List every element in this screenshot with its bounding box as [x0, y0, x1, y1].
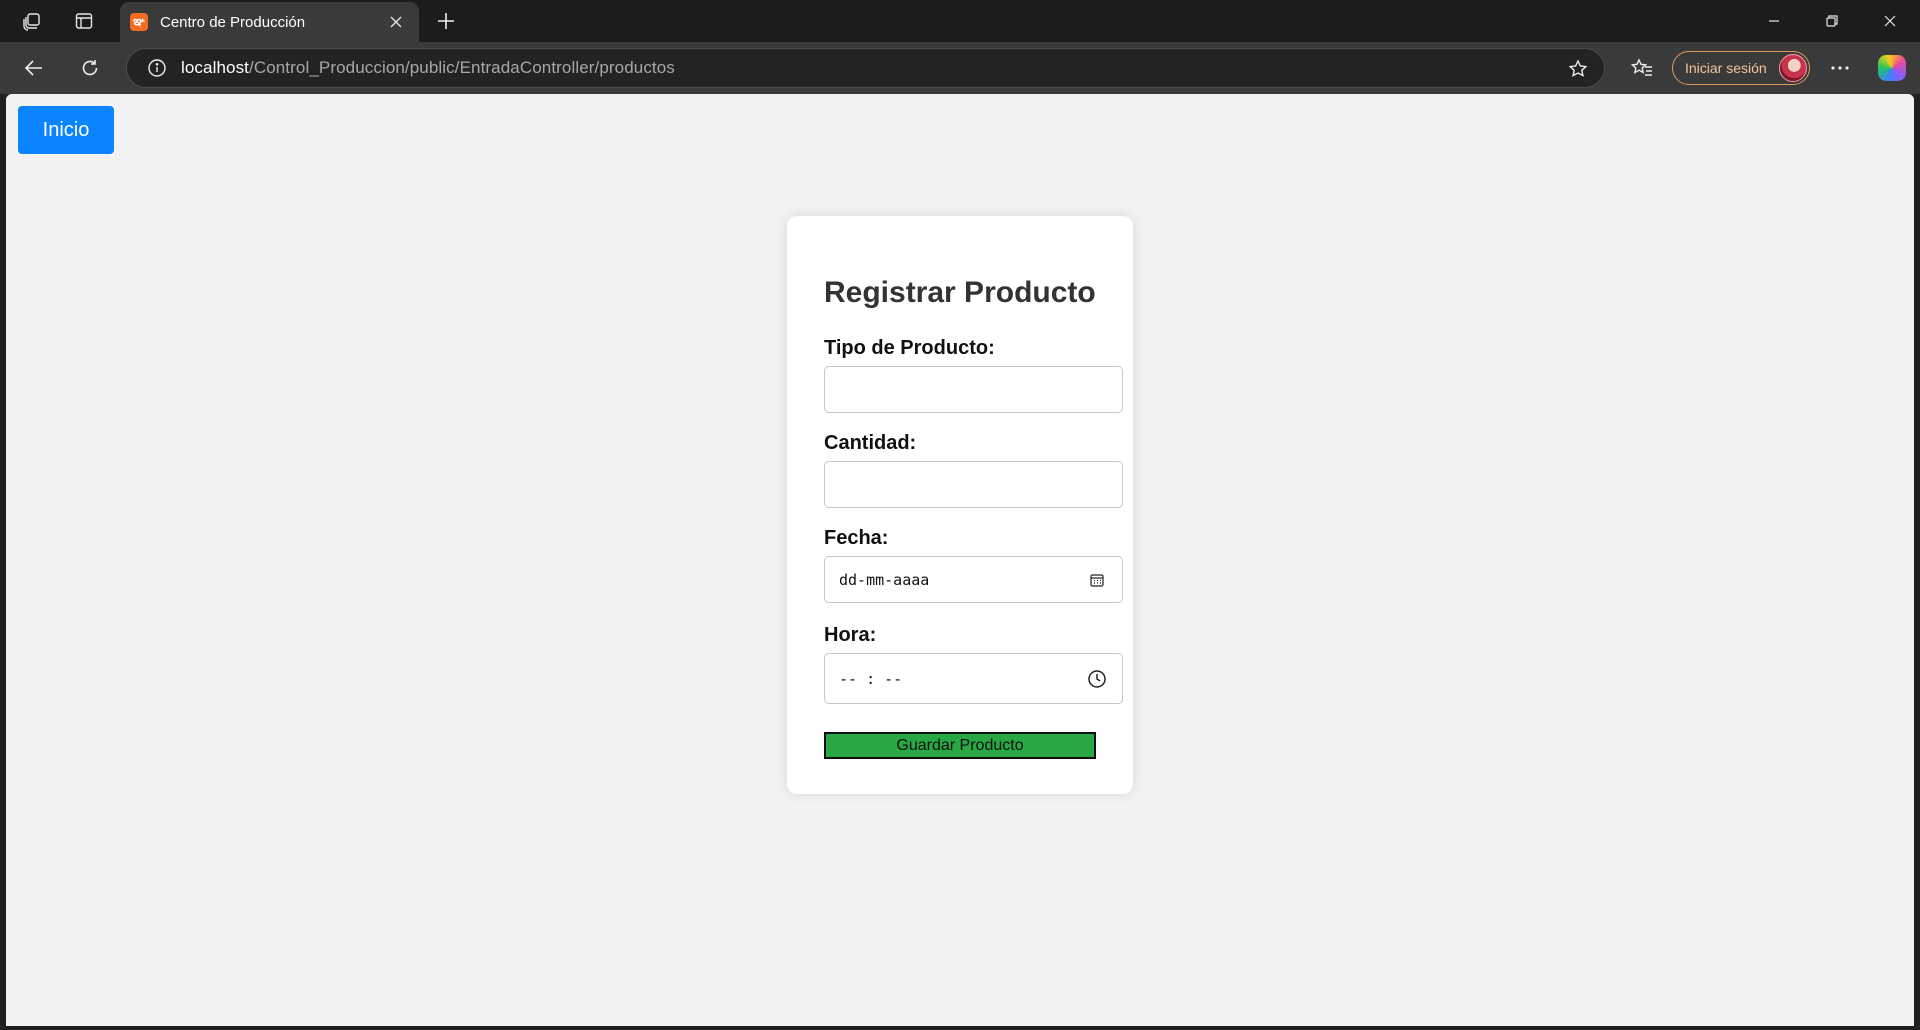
- fecha-placeholder: dd-mm-aaaa: [839, 570, 930, 589]
- save-product-button[interactable]: Guardar Producto: [824, 732, 1096, 759]
- copilot-icon[interactable]: [1878, 55, 1906, 81]
- favorites-icon[interactable]: [1624, 52, 1660, 84]
- form-title: Registrar Producto: [824, 276, 1096, 309]
- hora-placeholder: -- : --: [839, 669, 903, 688]
- calendar-icon[interactable]: [1086, 569, 1108, 591]
- workspaces-icon[interactable]: [16, 6, 48, 36]
- tab-strip: ఞ Centro de Producción: [0, 0, 1920, 42]
- tipo-label: Tipo de Producto:: [824, 337, 995, 359]
- favorite-star-icon[interactable]: [1566, 57, 1590, 81]
- tab-active[interactable]: ఞ Centro de Producción: [120, 2, 419, 42]
- site-info-icon[interactable]: [137, 49, 177, 87]
- cantidad-input[interactable]: [824, 461, 1123, 508]
- address-bar[interactable]: localhost/Control_Produccion/public/Entr…: [126, 48, 1605, 88]
- page-viewport: Inicio Registrar Producto Tipo de Produc…: [6, 94, 1914, 1026]
- url-text: localhost/Control_Produccion/public/Entr…: [181, 58, 675, 78]
- reload-icon[interactable]: [72, 52, 108, 84]
- hora-input[interactable]: -- : --: [824, 653, 1123, 704]
- clock-icon[interactable]: [1086, 668, 1108, 690]
- xampp-icon: ఞ: [130, 13, 148, 31]
- close-tab-icon[interactable]: [385, 11, 407, 33]
- browser-window: ఞ Centro de Producción localhost/Control…: [0, 0, 1920, 1030]
- restore-icon[interactable]: [1803, 0, 1861, 42]
- fecha-input[interactable]: dd-mm-aaaa: [824, 556, 1123, 603]
- home-button[interactable]: Inicio: [18, 106, 114, 154]
- close-window-icon[interactable]: [1861, 0, 1919, 42]
- new-tab-icon[interactable]: [430, 6, 462, 36]
- signin-button[interactable]: Iniciar sesión: [1672, 51, 1810, 85]
- hora-label: Hora:: [824, 624, 877, 646]
- browser-toolbar: localhost/Control_Produccion/public/Entr…: [0, 42, 1920, 94]
- product-form-card: Registrar Producto Tipo de Producto: Can…: [787, 216, 1133, 794]
- more-options-icon[interactable]: [1822, 52, 1858, 84]
- back-icon[interactable]: [16, 52, 52, 84]
- tipo-producto-input[interactable]: [824, 366, 1123, 413]
- signin-label: Iniciar sesión: [1685, 60, 1767, 76]
- minimize-icon[interactable]: [1745, 0, 1803, 42]
- url-host: localhost: [181, 58, 249, 77]
- fecha-label: Fecha:: [824, 527, 889, 549]
- url-path: /Control_Produccion/public/EntradaContro…: [249, 58, 675, 77]
- avatar: [1779, 54, 1807, 82]
- tab-actions-icon[interactable]: [68, 6, 100, 36]
- cantidad-label: Cantidad:: [824, 432, 917, 454]
- tab-title: Centro de Producción: [160, 13, 306, 31]
